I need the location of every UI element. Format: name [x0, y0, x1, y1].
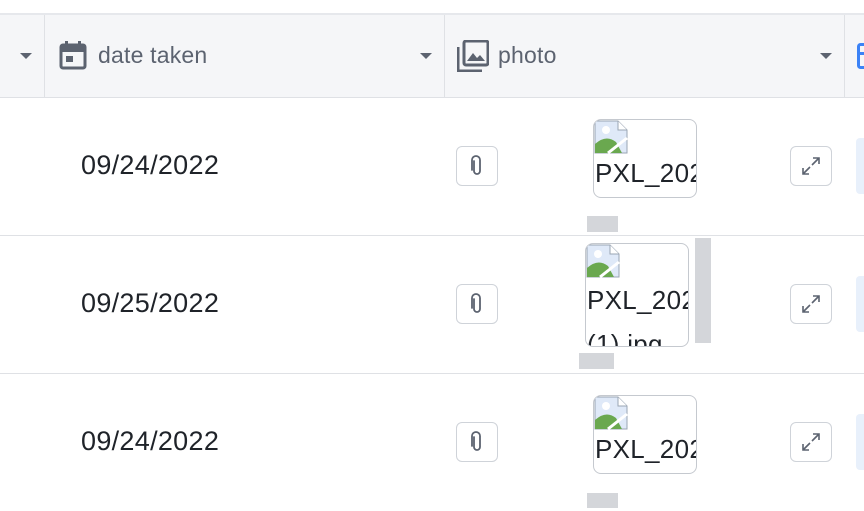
date-cell[interactable]: 09/25/2022	[81, 288, 219, 319]
table-row[interactable]: 09/24/2022 PXL_202	[0, 98, 864, 236]
attach-button[interactable]	[456, 146, 498, 186]
expand-icon	[801, 294, 821, 314]
image-icon	[457, 40, 489, 72]
date-cell[interactable]: 09/24/2022	[81, 426, 219, 457]
column-header-previous[interactable]	[0, 15, 44, 97]
attach-button[interactable]	[456, 422, 498, 462]
scrollbar[interactable]	[587, 216, 618, 232]
paperclip-icon	[471, 155, 483, 177]
table-row[interactable]: 09/25/2022 PXL_202 (1).jpg	[0, 236, 864, 374]
broken-image-icon	[586, 244, 620, 278]
column-title: photo	[498, 42, 557, 69]
data-grid: date taken photo 09/24/2022	[0, 15, 864, 508]
table-row[interactable]: 09/24/2022 PXL_202	[0, 374, 864, 511]
column-title: date taken	[98, 42, 207, 69]
scrollbar[interactable]	[695, 238, 711, 343]
date-cell[interactable]: 09/24/2022	[81, 150, 219, 181]
paperclip-icon	[471, 431, 483, 453]
column-header-next[interactable]	[845, 15, 864, 97]
photo-thumbnail[interactable]: PXL_202	[593, 395, 697, 474]
chevron-down-icon[interactable]	[420, 53, 432, 59]
broken-image-icon	[594, 120, 628, 154]
scrollbar[interactable]	[579, 353, 614, 369]
grid-header: date taken photo	[0, 15, 864, 98]
photo-filename: PXL_202	[587, 285, 689, 316]
next-cell[interactable]	[856, 414, 864, 470]
chevron-down-icon[interactable]	[20, 53, 32, 59]
chevron-down-icon[interactable]	[820, 53, 832, 59]
broken-image-icon	[594, 396, 628, 430]
table-icon	[857, 43, 864, 69]
expand-button[interactable]	[790, 422, 832, 462]
paperclip-icon	[471, 293, 483, 315]
expand-icon	[801, 156, 821, 176]
photo-filename: PXL_202	[595, 158, 697, 189]
photo-thumbnail[interactable]: PXL_202 (1).jpg	[585, 243, 689, 347]
toolbar-edge	[0, 0, 864, 15]
expand-icon	[801, 432, 821, 452]
column-header-date-taken[interactable]: date taken	[45, 15, 444, 97]
expand-button[interactable]	[790, 146, 832, 186]
expand-button[interactable]	[790, 284, 832, 324]
photo-filename-line2: (1).jpg	[587, 329, 663, 347]
photo-filename: PXL_202	[595, 434, 697, 465]
scrollbar[interactable]	[587, 493, 618, 508]
next-cell[interactable]	[856, 138, 864, 194]
column-header-photo[interactable]: photo	[445, 15, 844, 97]
photo-thumbnail[interactable]: PXL_202	[593, 119, 697, 198]
attach-button[interactable]	[456, 284, 498, 324]
calendar-icon	[59, 40, 87, 70]
next-cell[interactable]	[856, 276, 864, 332]
